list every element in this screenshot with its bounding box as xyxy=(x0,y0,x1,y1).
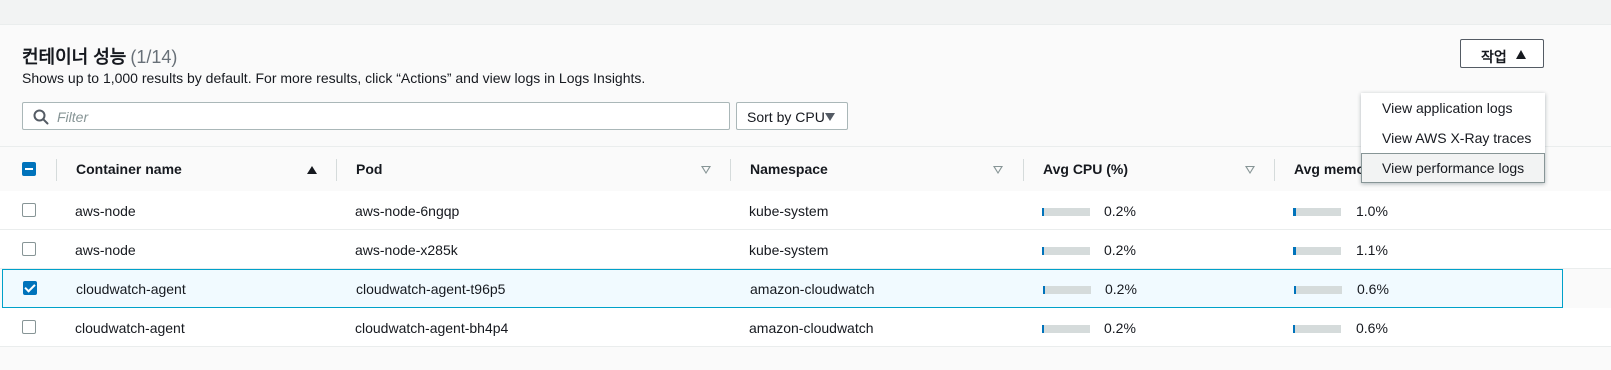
row-checkbox[interactable] xyxy=(23,281,37,295)
menu-item-view-performance-logs[interactable]: View performance logs xyxy=(1361,153,1545,183)
namespace-cell: amazon-cloudwatch xyxy=(750,281,875,297)
search-icon xyxy=(33,109,49,125)
filter-input[interactable] xyxy=(55,105,719,129)
row-checkbox[interactable] xyxy=(22,203,36,217)
column-header-avg-cpu[interactable]: Avg CPU (%) xyxy=(1043,161,1128,177)
memory-usage-bar xyxy=(1294,286,1342,294)
table-row[interactable]: aws-node aws-node-x285k kube-system 0.2% 1.1… xyxy=(0,230,1611,269)
sort-icon[interactable] xyxy=(1245,166,1255,174)
memory-value: 0.6% xyxy=(1357,281,1389,297)
cpu-usage-bar xyxy=(1042,208,1090,216)
container-name-cell: aws-node xyxy=(75,203,136,219)
table-row[interactable]: aws-node aws-node-6ngqp kube-system 0.2% 1.0… xyxy=(0,191,1611,230)
row-checkbox[interactable] xyxy=(22,320,36,334)
container-name-cell: cloudwatch-agent xyxy=(75,320,185,336)
cpu-usage-bar xyxy=(1043,286,1091,294)
filter-box[interactable] xyxy=(22,102,730,130)
panel-description: Shows up to 1,000 results by default. Fo… xyxy=(22,70,646,86)
cpu-usage-fill xyxy=(1042,208,1044,216)
cpu-usage-fill xyxy=(1043,286,1045,294)
column-header-namespace[interactable]: Namespace xyxy=(750,161,828,177)
cpu-usage-bar xyxy=(1042,247,1090,255)
memory-usage-fill xyxy=(1294,286,1296,294)
container-name-cell: cloudwatch-agent xyxy=(76,281,186,297)
pod-cell: aws-node-x285k xyxy=(355,242,458,258)
namespace-cell: kube-system xyxy=(749,242,829,258)
selection-count: (1/14) xyxy=(130,47,178,67)
namespace-cell: kube-system xyxy=(749,203,829,219)
memory-usage-bar xyxy=(1293,325,1341,333)
memory-usage-fill xyxy=(1293,247,1296,255)
row-checkbox[interactable] xyxy=(22,242,36,256)
sort-icon[interactable] xyxy=(701,166,711,174)
panel-title-text: 컨테이너 성능 xyxy=(22,47,127,67)
column-divider xyxy=(1023,159,1024,181)
actions-label: 작업 xyxy=(1481,49,1507,65)
menu-item-view-xray-traces[interactable]: View AWS X-Ray traces xyxy=(1361,123,1545,153)
cpu-value: 0.2% xyxy=(1104,320,1136,336)
cpu-usage-fill xyxy=(1042,325,1044,333)
column-header-container-name[interactable]: Container name xyxy=(76,161,182,177)
cpu-usage-bar xyxy=(1042,325,1090,333)
memory-usage-bar xyxy=(1293,208,1341,216)
cpu-value: 0.2% xyxy=(1105,281,1137,297)
namespace-cell: amazon-cloudwatch xyxy=(749,320,874,336)
pod-cell: cloudwatch-agent-bh4p4 xyxy=(355,320,509,336)
memory-usage-fill xyxy=(1293,325,1295,333)
column-divider xyxy=(1274,159,1275,181)
pod-cell: cloudwatch-agent-t96p5 xyxy=(356,281,506,297)
container-name-cell: aws-node xyxy=(75,242,136,258)
select-all-checkbox[interactable] xyxy=(22,162,36,176)
pod-cell: aws-node-6ngqp xyxy=(355,203,460,219)
sort-by-cpu-dropdown[interactable]: Sort by CPU xyxy=(736,102,848,130)
memory-value: 1.0% xyxy=(1356,203,1388,219)
memory-usage-bar xyxy=(1293,247,1341,255)
caret-up-icon xyxy=(1516,50,1526,59)
sort-label: Sort by CPU xyxy=(747,109,825,125)
column-divider xyxy=(336,159,337,181)
table-row[interactable]: cloudwatch-agent cloudwatch-agent-bh4p4 am… xyxy=(0,308,1611,347)
cpu-usage-fill xyxy=(1042,247,1044,255)
cpu-value: 0.2% xyxy=(1104,242,1136,258)
table-row[interactable]: cloudwatch-agent cloudwatch-agent-t96p5 am… xyxy=(2,269,1563,308)
sort-ascending-icon[interactable] xyxy=(307,166,317,174)
actions-button[interactable]: 작업 xyxy=(1460,39,1544,68)
memory-value: 1.1% xyxy=(1356,242,1388,258)
caret-down-icon xyxy=(825,113,835,121)
cpu-value: 0.2% xyxy=(1104,203,1136,219)
sort-icon[interactable] xyxy=(993,166,1003,174)
memory-value: 0.6% xyxy=(1356,320,1388,336)
actions-menu: View application logs View AWS X-Ray tra… xyxy=(1361,93,1545,183)
column-header-pod[interactable]: Pod xyxy=(356,161,382,177)
column-divider xyxy=(56,159,57,181)
panel-title: 컨테이너 성능 (1/14) xyxy=(22,43,177,69)
container-performance-panel: 컨테이너 성능 (1/14) Shows up to 1,000 results … xyxy=(0,24,1611,370)
memory-usage-fill xyxy=(1293,208,1296,216)
menu-item-view-application-logs[interactable]: View application logs xyxy=(1361,93,1545,123)
column-divider xyxy=(730,159,731,181)
